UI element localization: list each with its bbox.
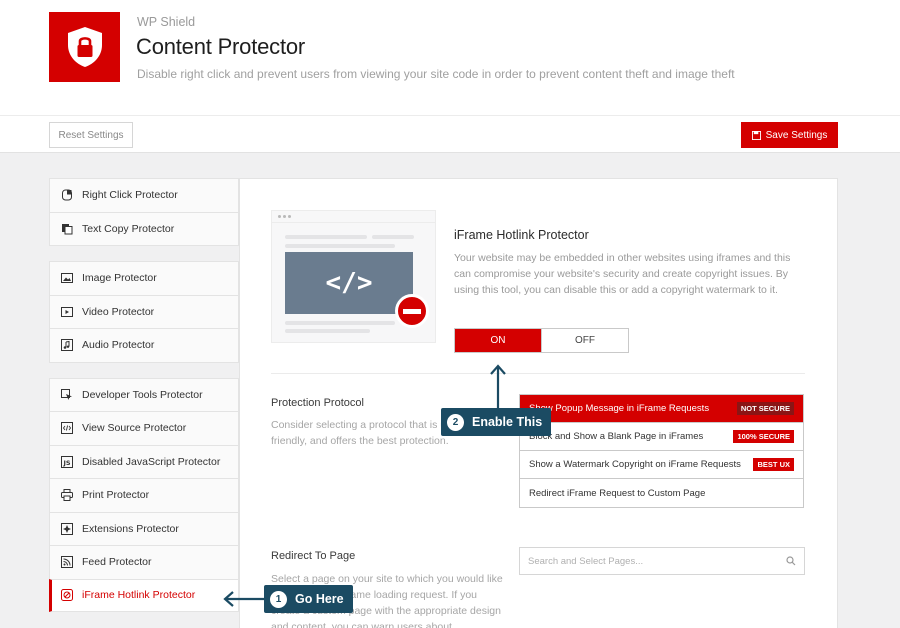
js-icon: JS xyxy=(60,455,73,468)
page-title: Content Protector xyxy=(136,34,306,59)
shield-logo xyxy=(49,12,120,82)
code-symbol: </> xyxy=(325,268,373,298)
puzzle-icon xyxy=(60,522,73,535)
sidebar-item-extensions[interactable]: Extensions Protector xyxy=(49,511,239,545)
best-ux-badge: BEST UX xyxy=(753,458,794,471)
option-label: Block and Show a Blank Page in iFrames xyxy=(529,431,704,442)
save-settings-button[interactable]: Save Settings xyxy=(741,122,838,148)
sidebar-item-disabled-javascript[interactable]: JS Disabled JavaScript Protector xyxy=(49,444,239,478)
mouse-icon xyxy=(60,189,73,202)
go-here-arrow xyxy=(223,591,264,607)
code-icon xyxy=(60,422,73,435)
sidebar-item-label: Right Click Protector xyxy=(82,189,178,202)
sidebar-item-label: Developer Tools Protector xyxy=(82,388,203,401)
sidebar-item-view-source[interactable]: View Source Protector xyxy=(49,411,239,445)
video-icon xyxy=(60,305,73,318)
page-search-input[interactable] xyxy=(528,555,786,567)
sidebar-item-label: Feed Protector xyxy=(82,556,152,569)
option-watermark[interactable]: Show a Watermark Copyright on iFrame Req… xyxy=(520,451,803,479)
feature-title: iFrame Hotlink Protector xyxy=(454,228,589,242)
sidebar-item-label: Image Protector xyxy=(82,272,157,285)
rss-icon xyxy=(60,556,73,569)
save-icon xyxy=(751,130,761,140)
save-button-label: Save Settings xyxy=(765,129,828,141)
sidebar-item-print[interactable]: Print Protector xyxy=(49,478,239,512)
option-blank-page[interactable]: Block and Show a Blank Page in iFrames 1… xyxy=(520,423,803,451)
sidebar-item-label: Video Protector xyxy=(82,305,155,318)
sidebar-item-right-click[interactable]: Right Click Protector xyxy=(49,178,239,212)
option-redirect[interactable]: Redirect iFrame Request to Custom Page xyxy=(520,479,803,507)
toggle-on-button[interactable]: ON xyxy=(455,329,541,352)
page-search-field[interactable] xyxy=(519,547,805,575)
enable-this-callout: 2 Enable This xyxy=(441,408,552,436)
sidebar-item-video[interactable]: Video Protector xyxy=(49,294,239,328)
secure-badge: 100% SECURE xyxy=(733,430,794,443)
protection-options: Show Popup Message in iFrame Requests NO… xyxy=(519,394,804,508)
music-icon xyxy=(60,339,73,352)
sidebar-item-label: Extensions Protector xyxy=(82,522,179,535)
block-icon xyxy=(60,589,73,602)
cursor-icon xyxy=(60,388,73,401)
stop-icon xyxy=(395,294,429,328)
image-icon xyxy=(60,272,73,285)
sidebar-item-feed[interactable]: Feed Protector xyxy=(49,545,239,579)
sidebar-item-audio[interactable]: Audio Protector xyxy=(49,328,239,362)
reset-settings-button[interactable]: Reset Settings xyxy=(49,122,133,148)
sidebar-item-iframe-hotlink[interactable]: iFrame Hotlink Protector xyxy=(49,578,239,612)
enable-this-arrow xyxy=(490,364,506,408)
sidebar-item-label: Disabled JavaScript Protector xyxy=(82,455,221,468)
svg-text:JS: JS xyxy=(62,459,70,467)
sidebar-item-text-copy[interactable]: Text Copy Protector xyxy=(49,211,239,245)
callout-number: 1 xyxy=(270,590,287,608)
callout-label: Enable This xyxy=(472,415,543,429)
callout-number: 2 xyxy=(447,413,464,431)
copy-icon xyxy=(60,222,73,235)
option-label: Redirect iFrame Request to Custom Page xyxy=(529,487,706,499)
brand-name: WP Shield xyxy=(137,15,196,29)
search-icon xyxy=(786,556,796,566)
callout-label: Go Here xyxy=(295,592,344,606)
protection-protocol-title: Protection Protocol xyxy=(271,397,364,409)
sidebar-item-label: Text Copy Protector xyxy=(82,222,175,235)
sidebar-item-label: Print Protector xyxy=(82,489,150,502)
sidebar-item-developer-tools[interactable]: Developer Tools Protector xyxy=(49,377,239,411)
iframe-illustration: </> xyxy=(271,210,436,343)
settings-panel: </> iFrame Hotlink Protector Your websit… xyxy=(239,178,838,628)
not-secure-badge: NOT SECURE xyxy=(736,402,794,415)
sidebar-item-image[interactable]: Image Protector xyxy=(49,261,239,295)
redirect-page-title: Redirect To Page xyxy=(271,550,356,562)
sidebar-item-label: View Source Protector xyxy=(82,422,187,435)
page-header: WP Shield Content Protector Disable righ… xyxy=(0,0,900,115)
toggle-off-button[interactable]: OFF xyxy=(541,329,628,352)
option-label: Show Popup Message in iFrame Requests xyxy=(529,403,710,414)
toolbar: Reset Settings Save Settings xyxy=(0,115,900,153)
on-off-toggle: ON OFF xyxy=(454,328,629,353)
feature-description: Your website may be embedded in other we… xyxy=(454,252,791,296)
sidebar: Right Click Protector Text Copy Protecto… xyxy=(49,178,239,612)
option-label: Show a Watermark Copyright on iFrame Req… xyxy=(529,459,741,470)
go-here-callout: 1 Go Here xyxy=(264,585,353,613)
sidebar-item-label: iFrame Hotlink Protector xyxy=(82,589,196,602)
shield-lock-icon xyxy=(67,27,102,67)
page-description: Disable right click and prevent users fr… xyxy=(137,67,735,81)
option-popup-message[interactable]: Show Popup Message in iFrame Requests NO… xyxy=(520,395,803,423)
printer-icon xyxy=(60,489,73,502)
divider xyxy=(271,373,805,374)
sidebar-item-label: Audio Protector xyxy=(82,339,155,352)
